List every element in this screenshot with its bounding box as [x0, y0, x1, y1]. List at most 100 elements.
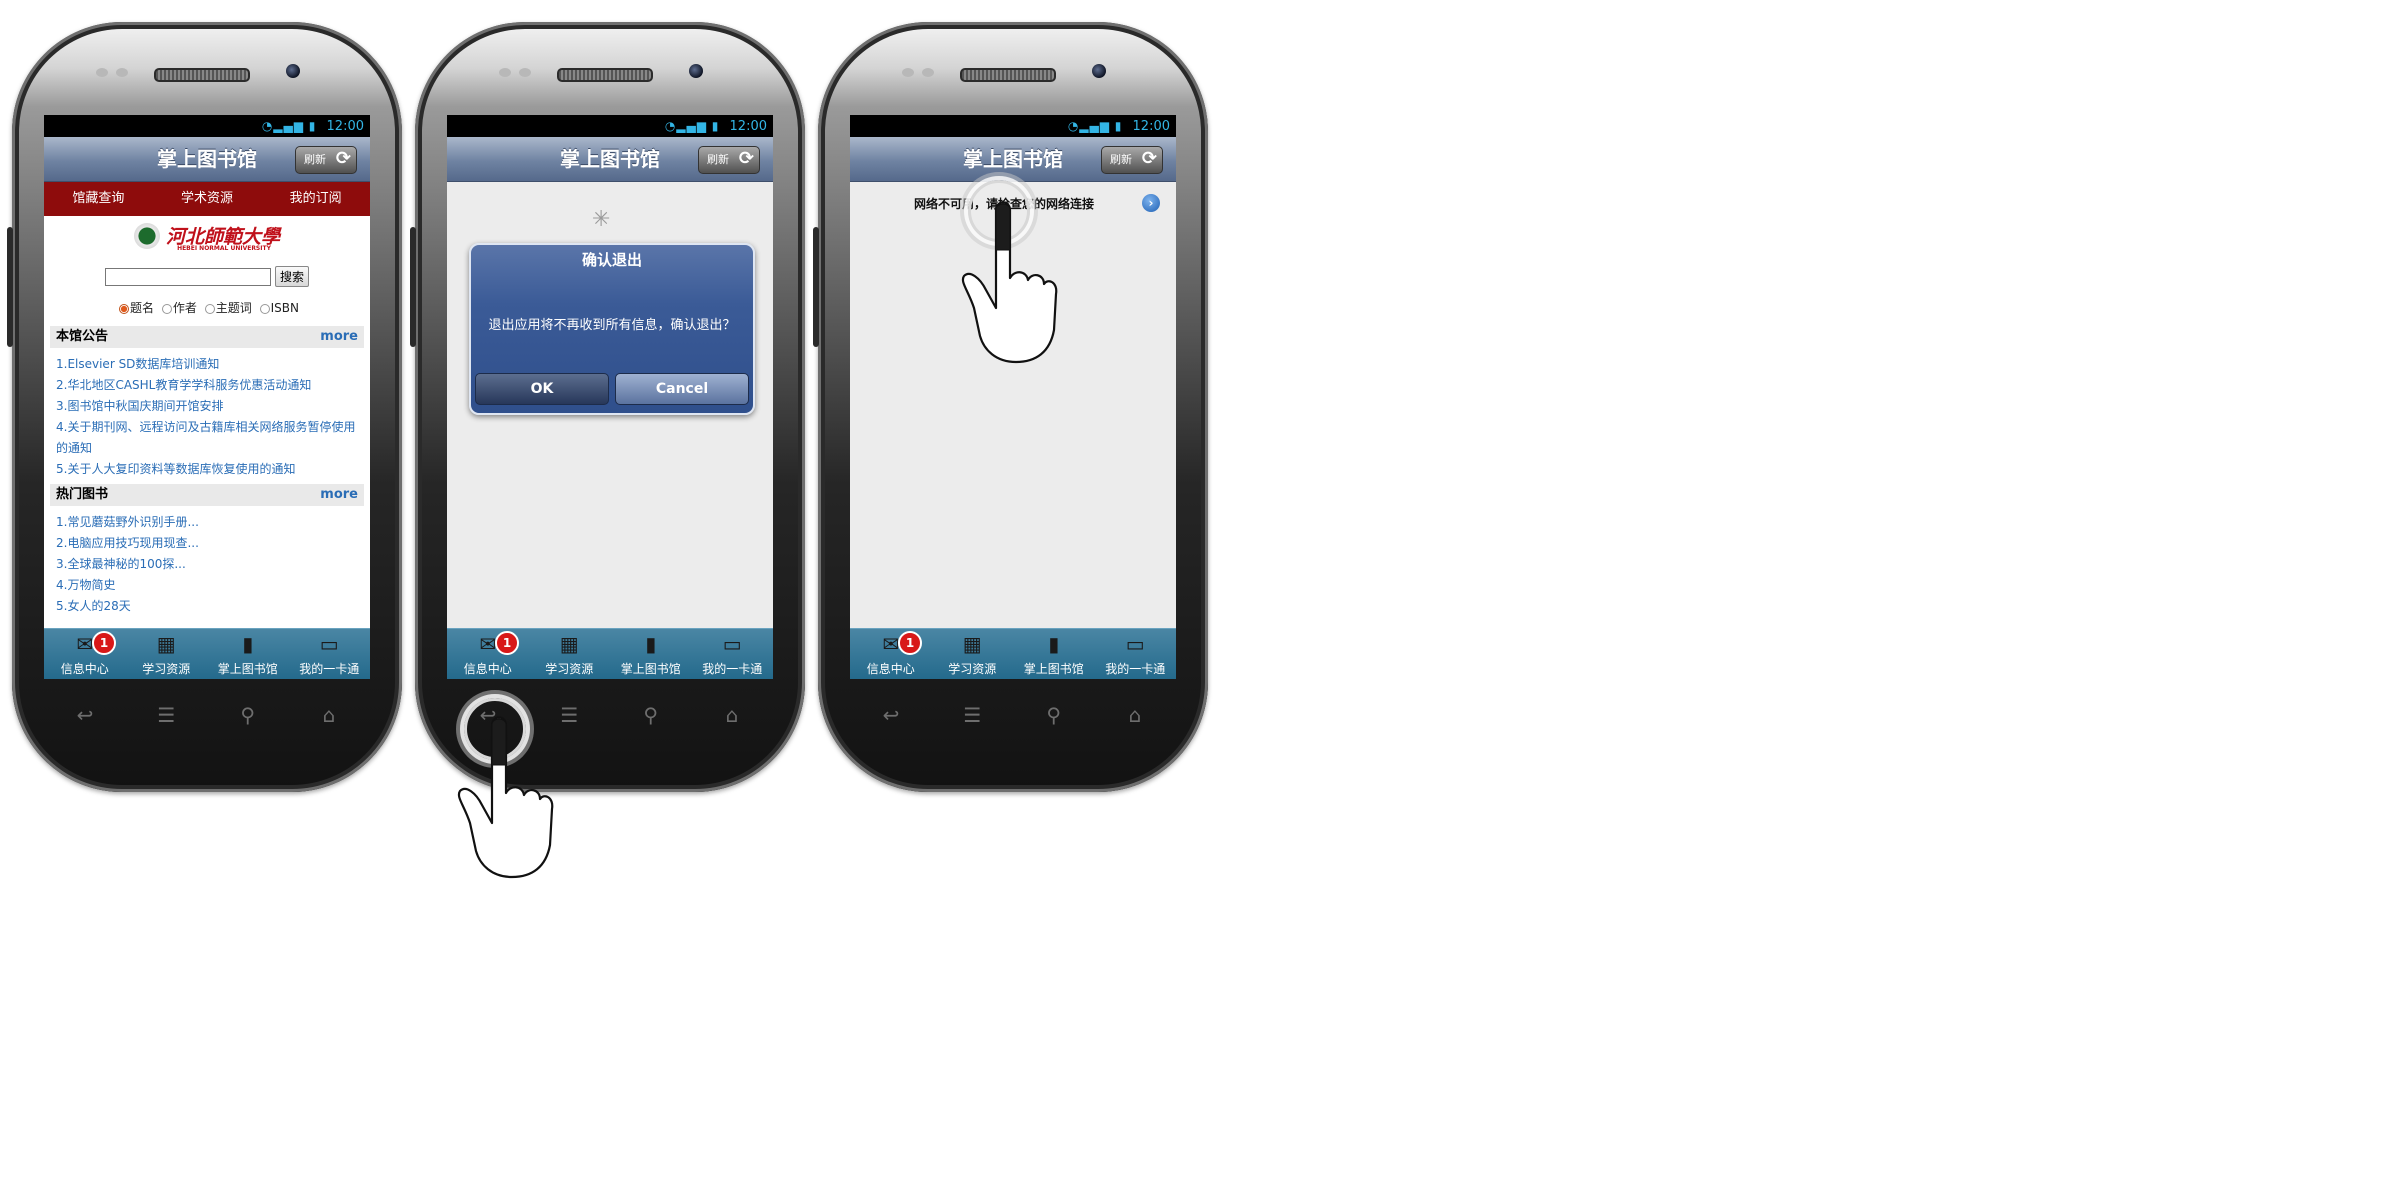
search-row: 搜索	[44, 266, 370, 287]
list-item[interactable]: 5.关于人大复印资料等数据库恢复使用的通知	[56, 459, 364, 480]
book-icon: ▮	[1048, 632, 1060, 656]
tab-mobile-library[interactable]: ▮ 掌上图书馆	[207, 629, 289, 679]
tab-mobile-library[interactable]: ▮ 掌上图书馆	[1013, 629, 1095, 679]
menu-icon[interactable]: ☰	[149, 703, 183, 733]
phone-screen: ◔▂▄▆ ▮ 12:00 掌上图书馆 刷新 ⟳ ✳ 确认退出 退出应用将不再收到…	[447, 115, 773, 679]
tab-label: 信息中心	[866, 662, 915, 676]
home-icon[interactable]: ⌂	[1118, 703, 1152, 733]
search-input[interactable]	[104, 267, 271, 286]
tab-learning-resources[interactable]: ▦ 学习资源	[529, 629, 611, 679]
radio-title[interactable]	[119, 303, 130, 314]
proximity-sensor	[902, 68, 914, 77]
list-item[interactable]: 4.关于期刊网、远程访问及古籍库相关网络服务暂停使用的通知	[56, 417, 364, 459]
announcements-more-link[interactable]: more	[320, 326, 358, 348]
cancel-button[interactable]: Cancel	[615, 373, 749, 405]
refresh-icon: ⟳	[335, 148, 351, 169]
front-camera	[286, 64, 300, 78]
title-bar: 掌上图书馆 刷新 ⟳	[44, 137, 370, 182]
tab-label: 信息中心	[463, 662, 512, 676]
list-item[interactable]: 3.全球最神秘的100探...	[56, 554, 364, 575]
university-emblem-icon	[133, 222, 160, 249]
light-sensor	[519, 68, 531, 77]
status-bar: ◔▂▄▆ ▮ 12:00	[850, 115, 1176, 137]
pointing-hand-icon	[457, 716, 554, 879]
back-icon[interactable]: ↩	[68, 703, 102, 733]
refresh-label: 刷新	[1110, 153, 1132, 166]
list-item[interactable]: 3.图书馆中秋国庆期间开馆安排	[56, 396, 364, 417]
light-sensor	[116, 68, 128, 77]
radio-subject-label: 主题词	[215, 301, 252, 315]
card-icon: ▭	[1125, 632, 1145, 656]
radio-isbn[interactable]	[259, 303, 270, 314]
radio-author[interactable]	[161, 303, 172, 314]
status-time: 12:00	[1132, 119, 1170, 134]
proximity-sensor	[96, 68, 108, 77]
radio-isbn-label: ISBN	[270, 301, 299, 315]
back-icon[interactable]: ↩	[874, 703, 908, 733]
signal-icon: ◔▂▄▆ ▮	[261, 119, 317, 133]
hardware-keys: ↩ ☰ ⚲ ⌂	[68, 703, 346, 733]
title-bar: 掌上图书馆 刷新 ⟳	[447, 137, 773, 182]
refresh-label: 刷新	[304, 153, 326, 166]
phone-frame-2: ◔▂▄▆ ▮ 12:00 掌上图书馆 刷新 ⟳ ✳ 确认退出 退出应用将不再收到…	[410, 22, 805, 792]
tab-message-center[interactable]: ✉ 1 信息中心	[447, 629, 529, 679]
menu-icon[interactable]: ☰	[955, 703, 989, 733]
home-icon[interactable]: ⌂	[312, 703, 346, 733]
tab-message-center[interactable]: ✉ 1 信息中心	[850, 629, 932, 679]
list-item[interactable]: 4.万物简史	[56, 575, 364, 596]
list-item[interactable]: 2.电脑应用技巧现用现查...	[56, 533, 364, 554]
side-button	[410, 227, 416, 347]
tab-label: 我的一卡通	[1105, 662, 1166, 676]
status-bar: ◔▂▄▆ ▮ 12:00	[44, 115, 370, 137]
status-time: 12:00	[729, 119, 767, 134]
bottom-tab-bar: ✉ 1 信息中心 ▦ 学习资源 ▮ 掌上图书馆 ▭ 我的一卡通	[850, 628, 1176, 679]
refresh-label: 刷新	[707, 153, 729, 166]
refresh-button[interactable]: 刷新 ⟳	[1101, 146, 1163, 174]
tab-label: 学习资源	[142, 662, 191, 676]
tab-message-center[interactable]: ✉ 1 信息中心	[44, 629, 126, 679]
card-icon: ▭	[319, 632, 339, 656]
search-icon[interactable]: ⚲	[1037, 703, 1071, 733]
ok-button[interactable]: OK	[475, 373, 609, 405]
signal-icon: ◔▂▄▆ ▮	[1067, 119, 1123, 133]
announcements-title: 本馆公告	[56, 329, 109, 344]
list-item[interactable]: 1.常见蘑菇野外识别手册...	[56, 512, 364, 533]
tab-learning-resources[interactable]: ▦ 学习资源	[932, 629, 1014, 679]
proximity-sensor	[499, 68, 511, 77]
tab-collection-search[interactable]: 馆藏查询	[44, 182, 153, 216]
search-type-radios: 题名 作者 主题词 ISBN	[44, 299, 370, 316]
tab-my-subscriptions[interactable]: 我的订阅	[261, 182, 370, 216]
hot-books-list: 1.常见蘑菇野外识别手册... 2.电脑应用技巧现用现查... 3.全球最神秘的…	[56, 512, 364, 617]
refresh-icon: ⟳	[1141, 148, 1157, 169]
home-icon[interactable]: ⌂	[715, 703, 749, 733]
earpiece-speaker	[154, 68, 250, 82]
loading-spinner-icon: ✳	[592, 207, 611, 232]
notification-badge: 1	[898, 631, 922, 655]
hot-books-more-link[interactable]: more	[320, 484, 358, 506]
bottom-tab-bar: ✉ 1 信息中心 ▦ 学习资源 ▮ 掌上图书馆 ▭ 我的一卡通	[447, 628, 773, 679]
radio-title-label: 题名	[130, 301, 155, 315]
radio-subject[interactable]	[204, 303, 215, 314]
pointing-hand-icon	[961, 201, 1058, 364]
phone-screen: ◔▂▄▆ ▮ 12:00 掌上图书馆 刷新 ⟳ 馆藏查询 学术资源 我的订阅 河…	[44, 115, 370, 679]
calendar-icon: ▦	[559, 632, 579, 656]
list-item[interactable]: 1.Elsevier SD数据库培训通知	[56, 354, 364, 375]
tab-my-card[interactable]: ▭ 我的一卡通	[1095, 629, 1177, 679]
tab-label: 我的一卡通	[702, 662, 763, 676]
list-item[interactable]: 5.女人的28天	[56, 596, 364, 617]
search-icon[interactable]: ⚲	[634, 703, 668, 733]
side-button	[7, 227, 13, 347]
calendar-icon: ▦	[156, 632, 176, 656]
tab-mobile-library[interactable]: ▮ 掌上图书馆	[610, 629, 692, 679]
search-icon[interactable]: ⚲	[231, 703, 265, 733]
list-item[interactable]: 2.华北地区CASHL教育学学科服务优惠活动通知	[56, 375, 364, 396]
search-button[interactable]: 搜索	[274, 266, 309, 287]
university-name-en: HEBEI NORMAL UNIVERSITY	[177, 245, 271, 252]
tab-learning-resources[interactable]: ▦ 学习资源	[126, 629, 208, 679]
tab-my-card[interactable]: ▭ 我的一卡通	[692, 629, 774, 679]
refresh-button[interactable]: 刷新 ⟳	[698, 146, 760, 174]
tab-academic-resources[interactable]: 学术资源	[153, 182, 262, 216]
arrow-right-icon[interactable]: ›	[1142, 194, 1160, 212]
refresh-button[interactable]: 刷新 ⟳	[295, 146, 357, 174]
tab-my-card[interactable]: ▭ 我的一卡通	[289, 629, 371, 679]
